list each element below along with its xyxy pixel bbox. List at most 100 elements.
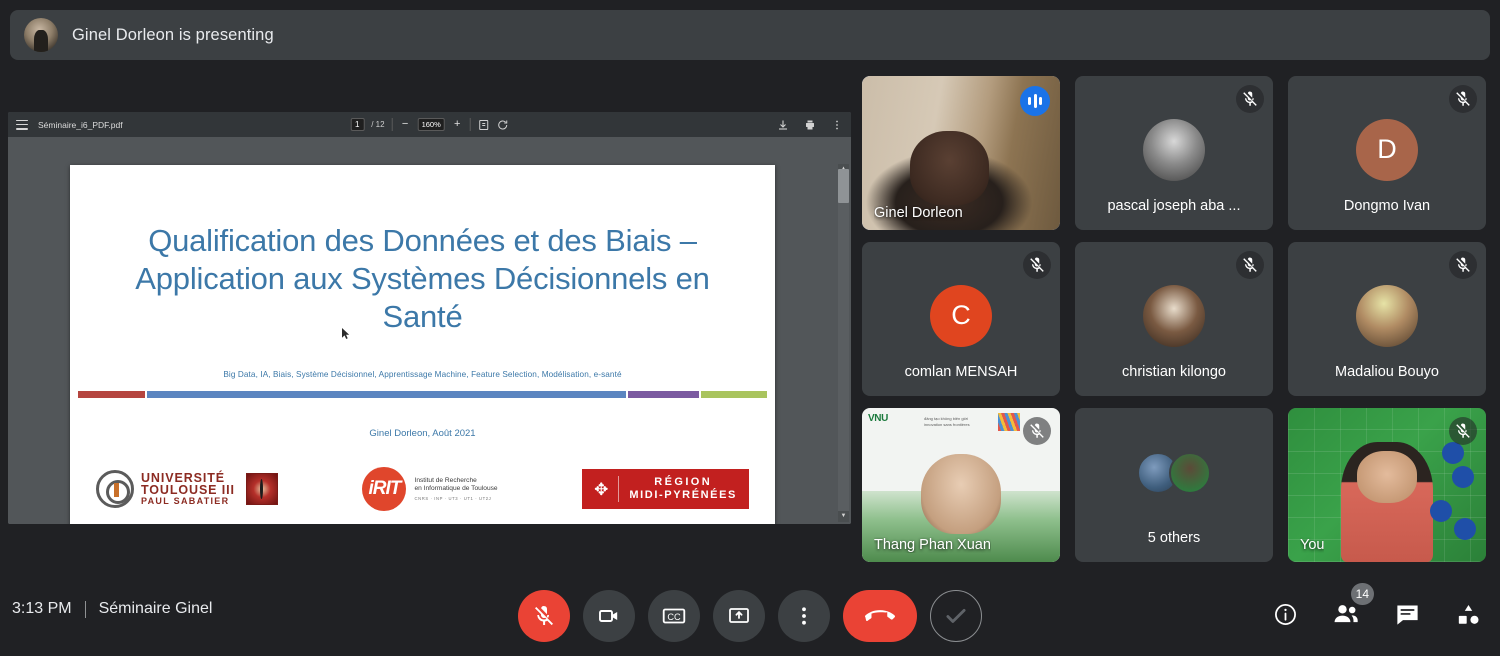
slide-logo-row: UNIVERSITÉ TOULOUSE III PAUL SABATIER iR…	[70, 467, 775, 511]
activities-icon	[1458, 604, 1479, 624]
irit-line3: CNRS · INP · UT3 · UT1 · UT2J	[414, 495, 492, 501]
activities-button[interactable]	[1455, 601, 1482, 628]
mic-off-icon	[1023, 417, 1051, 445]
participant-row-1: Ccomlan MENSAH christian kilongo Madaliou …	[862, 242, 1488, 396]
rotate-icon[interactable]	[497, 119, 509, 131]
pdf-scrollbar[interactable]	[838, 164, 849, 522]
fit-page-icon[interactable]	[478, 119, 490, 131]
present-button[interactable]	[713, 590, 765, 642]
region-line1: RÉGION	[654, 475, 713, 488]
participants-button[interactable]: 14	[1332, 583, 1374, 628]
zoom-out-button[interactable]: −	[400, 119, 411, 130]
pdf-page-area[interactable]: Qualification des Données et des Biais –…	[8, 137, 851, 524]
mic-off-icon	[1023, 251, 1051, 279]
participant-name: Thang Phan Xuan	[874, 537, 991, 553]
leave-call-button[interactable]	[843, 590, 917, 642]
mic-off-icon	[1449, 417, 1477, 445]
participant-name: Dongmo Ivan	[1343, 198, 1431, 214]
chat-button[interactable]	[1394, 601, 1421, 628]
zoom-level-display[interactable]: 160%	[417, 118, 445, 131]
people-icon	[1334, 605, 1358, 623]
slide-color-bar-3	[701, 391, 767, 398]
print-icon[interactable]	[804, 119, 816, 131]
irit-line2: en Informatique de Toulouse	[414, 485, 498, 493]
region-divider	[618, 475, 620, 503]
participant-name: comlan MENSAH	[904, 364, 1018, 380]
call-controls: CC	[518, 590, 982, 642]
participant-name: Madaliou Bouyo	[1335, 364, 1439, 380]
participants-count-badge: 14	[1350, 583, 1374, 605]
participant-tile[interactable]: 5 others	[1075, 408, 1273, 562]
avatar	[1169, 451, 1211, 494]
participant-tile[interactable]: Ginel Dorleon	[862, 76, 1060, 230]
camera-icon	[599, 610, 618, 622]
participant-tile[interactable]: Madaliou Bouyo	[1288, 242, 1486, 396]
occitan-cross-icon: ✥	[594, 479, 609, 499]
avatar	[1143, 118, 1205, 181]
more-options-button[interactable]	[778, 590, 830, 642]
more-options-icon[interactable]	[831, 119, 843, 131]
participant-name: You	[1300, 537, 1325, 553]
pdf-toolbar: Séminaire_i6_PDF.pdf 1 / 12 − 160% +	[8, 112, 851, 137]
slide-author: Ginel Dorleon, Août 2021	[369, 428, 476, 439]
meeting-name-label: Séminaire Ginel	[98, 600, 213, 617]
slide-color-bar-0	[78, 391, 146, 398]
participant-grid: Ginel Dorleon pascal joseph aba ... D Dongm…	[862, 76, 1488, 574]
mic-off-icon	[535, 606, 553, 626]
university-line3: PAUL SABATIER	[141, 496, 230, 507]
hamburger-icon[interactable]	[16, 119, 28, 130]
participant-tile[interactable]: You	[1288, 408, 1486, 562]
participant-tile[interactable]: Ccomlan MENSAH	[862, 242, 1060, 396]
avatar	[1143, 284, 1205, 347]
university-toulouse-logo: UNIVERSITÉ TOULOUSE III PAUL SABATIER	[96, 470, 278, 508]
presenting-banner: Ginel Dorleon is presenting	[10, 10, 1490, 60]
secondary-logo-icon	[998, 413, 1020, 431]
region-line2: MIDI-PYRÉNÉES	[629, 489, 737, 501]
participant-tile[interactable]: VNU đảng tạo không biên giới innovation sa…	[862, 408, 1060, 562]
present-icon	[729, 608, 749, 623]
page-total-label: / 12	[371, 120, 385, 129]
toolbar-divider	[391, 118, 393, 131]
avatar: D	[1356, 118, 1418, 181]
toolbar-divider	[469, 118, 471, 131]
avatar	[1356, 284, 1418, 347]
pdf-scroll-down-arrow[interactable]: ▼	[838, 511, 849, 522]
mic-off-icon	[1236, 85, 1264, 113]
mouse-cursor-icon	[342, 327, 351, 339]
captions-button[interactable]: CC	[648, 590, 700, 642]
irit-logo: iRIT Institut de Recherche en Informatiq…	[362, 467, 498, 511]
page-number-input[interactable]: 1	[350, 118, 365, 131]
camera-button[interactable]	[583, 590, 635, 642]
participant-row-0: Ginel Dorleon pascal joseph aba ... D Dongm…	[862, 76, 1488, 230]
participant-tile[interactable]: D Dongmo Ivan	[1288, 76, 1486, 230]
university-emblem-icon	[96, 470, 134, 508]
irit-line1: Institut de Recherche	[414, 476, 477, 484]
participant-name: 5 others	[1147, 530, 1201, 546]
pdf-scrollbar-thumb[interactable]	[838, 169, 849, 203]
slide-keywords: Big Data, IA, Biais, Système Décisionnel…	[223, 370, 622, 379]
meeting-meta: 3:13 PM Séminaire Ginel	[12, 600, 212, 618]
raise-hand-button[interactable]	[930, 590, 982, 642]
check-icon	[946, 608, 966, 623]
participant-row-2: VNU đảng tạo không biên giới innovation sa…	[862, 408, 1488, 562]
microphone-off-button[interactable]	[518, 590, 570, 642]
participant-tile[interactable]: christian kilongo	[1075, 242, 1273, 396]
slide-title: Qualification des Données et des Biais –…	[135, 223, 710, 334]
slide-color-bar-2	[628, 391, 700, 398]
pdf-filename: Séminaire_i6_PDF.pdf	[38, 119, 123, 130]
mic-off-icon	[1449, 85, 1477, 113]
others-avatars	[1137, 451, 1211, 494]
right-controls: 14	[1273, 583, 1482, 628]
participant-tile[interactable]: pascal joseph aba ...	[1075, 76, 1273, 230]
participant-name: christian kilongo	[1122, 364, 1226, 380]
region-midi-pyrenees-logo: ✥ RÉGION MIDI-PYRÉNÉES	[582, 468, 749, 510]
meta-divider	[84, 600, 86, 618]
download-icon[interactable]	[777, 119, 789, 131]
presenter-avatar	[24, 18, 58, 52]
hangup-icon	[865, 610, 895, 621]
zoom-in-button[interactable]: +	[452, 119, 463, 130]
clock-label: 3:13 PM	[12, 600, 72, 617]
meeting-details-button[interactable]	[1273, 602, 1298, 627]
presentation-pane[interactable]: Séminaire_i6_PDF.pdf 1 / 12 − 160% + Qua…	[8, 112, 851, 524]
google-meet-window: Ginel Dorleon is presenting Séminaire_i6…	[0, 0, 1500, 656]
